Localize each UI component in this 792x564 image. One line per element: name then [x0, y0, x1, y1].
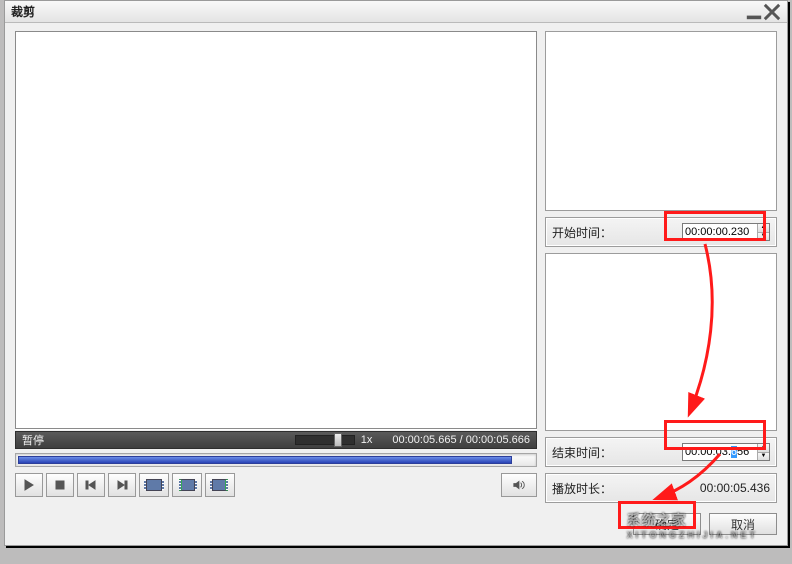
stop-button[interactable]: [46, 473, 74, 497]
end-time-label: 结束时间：: [552, 444, 612, 461]
prev-icon: [85, 479, 97, 491]
video-preview: [15, 31, 537, 429]
crop-dialog: 裁剪 暂停 1x 00:00:05.665 / 00:00:05.666: [4, 0, 788, 546]
film-mark-in-icon: [179, 479, 195, 491]
duration-label: 播放时长：: [552, 480, 612, 497]
content-area: 暂停 1x 00:00:05.665 / 00:00:05.666: [5, 23, 787, 545]
play-icon: [23, 479, 35, 491]
close-icon: [763, 3, 781, 21]
end-time-arrows[interactable]: ▲▼: [757, 444, 769, 460]
progress-fill: [18, 456, 512, 464]
end-time-input[interactable]: 00:00:03.656: [683, 444, 757, 460]
start-time-label: 开始时间：: [552, 224, 612, 241]
chevron-down-icon[interactable]: ▼: [758, 233, 769, 241]
prev-button[interactable]: [77, 473, 105, 497]
speaker-icon: [513, 479, 525, 491]
speed-slider[interactable]: [295, 435, 355, 445]
chevron-up-icon[interactable]: ▲: [758, 444, 769, 453]
dialog-button-row: 确定 取消: [545, 509, 777, 535]
chevron-down-icon[interactable]: ▼: [758, 453, 769, 461]
film-icon: [146, 479, 162, 491]
mark-out-button[interactable]: [205, 473, 235, 497]
film-mark-out-icon: [212, 479, 228, 491]
start-time-spinner[interactable]: ▲▼: [682, 223, 770, 241]
end-time-row: 结束时间： 00:00:03.656 ▲▼: [545, 437, 777, 467]
mark-in-button[interactable]: [172, 473, 202, 497]
start-time-row: 开始时间： ▲▼: [545, 217, 777, 247]
play-button[interactable]: [15, 473, 43, 497]
end-preview-panel: [545, 253, 777, 431]
window-title: 裁剪: [11, 3, 35, 20]
time-sep: /: [457, 434, 466, 446]
time-total: 00:00:05.666: [466, 434, 530, 446]
minimize-icon: [745, 3, 763, 21]
player-info-bar: 暂停 1x 00:00:05.665 / 00:00:05.666: [15, 431, 537, 449]
duration-value: 00:00:05.436: [700, 481, 770, 495]
mark-start-button[interactable]: [139, 473, 169, 497]
volume-button[interactable]: [501, 473, 537, 497]
time-current: 00:00:05.665: [392, 434, 456, 446]
progress-bar[interactable]: [15, 453, 537, 467]
minimize-button[interactable]: [745, 5, 763, 19]
next-icon: [116, 479, 128, 491]
start-preview-panel: [545, 31, 777, 211]
end-time-spinner[interactable]: 00:00:03.656 ▲▼: [682, 443, 770, 461]
ok-button[interactable]: 确定: [633, 513, 701, 535]
player-status: 暂停: [22, 432, 44, 448]
titlebar: 裁剪: [5, 1, 787, 23]
chevron-up-icon[interactable]: ▲: [758, 224, 769, 233]
start-time-input[interactable]: [683, 224, 757, 240]
next-button[interactable]: [108, 473, 136, 497]
player-column: 暂停 1x 00:00:05.665 / 00:00:05.666: [15, 31, 537, 535]
cancel-button[interactable]: 取消: [709, 513, 777, 535]
close-button[interactable]: [763, 5, 781, 19]
duration-row: 播放时长： 00:00:05.436: [545, 473, 777, 503]
settings-column: 开始时间： ▲▼ 结束时间： 00:00:03.656 ▲▼: [545, 31, 777, 535]
stop-icon: [54, 479, 66, 491]
speed-slider-knob[interactable]: [334, 433, 342, 447]
start-time-arrows[interactable]: ▲▼: [757, 224, 769, 240]
player-controls: [15, 473, 537, 497]
speed-label: 1x: [361, 434, 373, 446]
